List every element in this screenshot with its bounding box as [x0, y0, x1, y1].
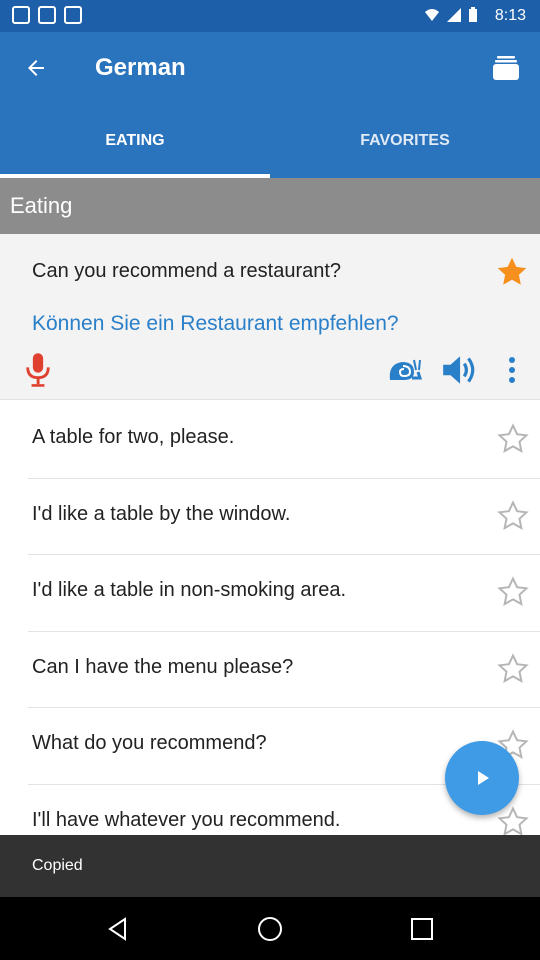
snackbar-message: Copied	[32, 857, 83, 874]
expanded-phrase-card[interactable]: Can you recommend a restaurant? Können S…	[0, 234, 540, 400]
status-time: 8:13	[494, 7, 526, 24]
signal-icon	[447, 8, 461, 22]
star-outline-icon[interactable]	[496, 652, 530, 686]
snail-icon[interactable]	[386, 354, 422, 386]
notification-icons	[12, 6, 82, 24]
phrase-text: Can you recommend a restaurant?	[32, 260, 342, 282]
star-outline-icon[interactable]	[496, 422, 530, 456]
back-button[interactable]	[16, 48, 56, 88]
nav-back-button[interactable]	[100, 911, 136, 947]
arrow-left-icon	[28, 60, 44, 76]
nav-home-button[interactable]	[252, 911, 288, 947]
phrase-text: What do you recommend?	[32, 732, 267, 754]
star-outline-icon[interactable]	[496, 499, 530, 533]
section-header: Eating	[0, 178, 540, 234]
star-outline-icon[interactable]	[496, 575, 530, 609]
play-icon	[478, 771, 489, 785]
phrase-text: Can I have the menu please?	[32, 655, 294, 678]
phrase-text: I'd like a table by the window.	[32, 502, 291, 525]
speaker-icon[interactable]	[440, 352, 478, 388]
system-nav-bar	[0, 897, 540, 960]
list-item[interactable]: I'd like a table by the window.	[28, 479, 540, 555]
notification-icon	[64, 6, 82, 24]
phrase-text: I'd like a table in non-smoking area.	[32, 579, 346, 601]
nav-recents-button[interactable]	[404, 911, 440, 947]
notification-icon	[12, 6, 30, 24]
flashcards-button[interactable]	[486, 48, 526, 88]
tab-favorites[interactable]: FAVORITES	[270, 104, 540, 178]
battery-icon	[469, 7, 477, 22]
tab-bar: EATING FAVORITES	[0, 104, 540, 178]
notification-icon	[38, 6, 56, 24]
translation-text: Können Sie ein Restaurant empfehlen?	[32, 312, 399, 335]
card-stack-icon	[493, 56, 519, 80]
page-title: German	[95, 54, 186, 81]
play-all-button[interactable]	[445, 741, 519, 815]
nav-recents-icon	[411, 918, 433, 940]
list-item[interactable]: I'd like a table in non-smoking area.	[28, 555, 540, 632]
app-bar: German	[0, 32, 540, 104]
wifi-icon	[425, 9, 439, 21]
nav-back-icon	[108, 917, 126, 941]
status-bar: 8:13	[0, 0, 540, 32]
tab-eating[interactable]: EATING	[0, 104, 270, 178]
microphone-icon[interactable]	[22, 352, 54, 388]
snackbar: Copied	[0, 835, 540, 897]
more-vertical-icon[interactable]	[500, 354, 524, 386]
phrase-text: I'll have whatever you recommend.	[32, 808, 341, 831]
phrase-text: A table for two, please.	[32, 426, 235, 448]
nav-home-icon	[258, 917, 282, 941]
star-filled-icon[interactable]	[494, 254, 530, 290]
system-icons	[424, 7, 478, 23]
list-item[interactable]: Can I have the menu please?	[28, 632, 540, 708]
list-item[interactable]: A table for two, please.	[28, 402, 540, 479]
